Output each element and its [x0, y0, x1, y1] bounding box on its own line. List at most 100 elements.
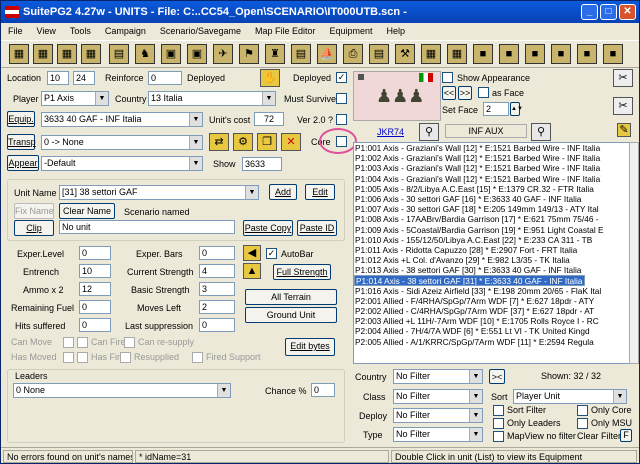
- resupplied-checkbox[interactable]: [120, 352, 131, 363]
- autobar-checkbox[interactable]: ✓: [266, 248, 277, 259]
- toolbar-map-icon[interactable]: ▦: [9, 44, 29, 64]
- transport-button[interactable]: Transp: [7, 134, 36, 150]
- paste-copy-button[interactable]: Paste Copy: [243, 220, 293, 236]
- menu-file[interactable]: File: [1, 26, 30, 36]
- toolbar-document-icon[interactable]: ▤: [291, 44, 311, 64]
- unit-list-row[interactable]: P1:006 Axis - 30 settori GAF [16] * E:36…: [354, 194, 629, 204]
- ground-unit-button[interactable]: Ground Unit: [245, 307, 337, 323]
- prev-face-button[interactable]: <<: [442, 86, 456, 100]
- clip-button[interactable]: Clip: [14, 220, 54, 236]
- appear-button[interactable]: Appear: [7, 155, 39, 171]
- toolbar-save-icon[interactable]: ▤: [369, 44, 389, 64]
- equipment-select[interactable]: 3633 40 GAF - INF Italia ▼: [41, 112, 203, 127]
- set-face-spinner[interactable]: ▲▼: [510, 102, 523, 116]
- unit-list-row[interactable]: P1:005 Axis - 8/2/Libya A.C.East [15] * …: [354, 184, 629, 194]
- fuel-input[interactable]: 0: [79, 300, 111, 314]
- set-face-input[interactable]: 2: [483, 102, 509, 116]
- has-moved-checkbox[interactable]: [63, 352, 74, 363]
- location-y-input[interactable]: 24: [73, 71, 95, 85]
- all-terrain-button[interactable]: All Terrain: [245, 289, 337, 305]
- filter-back-button[interactable]: ><: [489, 369, 505, 384]
- unit-list-row[interactable]: P1:014 Axis - 38 settori GAF [31] * E:36…: [354, 275, 586, 286]
- search-icon-2[interactable]: ⚲: [531, 123, 551, 141]
- full-strength-button[interactable]: Full Strength: [273, 264, 331, 280]
- transport-copy-icon[interactable]: ❐: [257, 133, 277, 151]
- deployed-checkbox[interactable]: ✓: [336, 72, 347, 83]
- player-select[interactable]: P1 Axis ▼: [41, 91, 109, 106]
- transport-load-icon[interactable]: ⇄: [209, 133, 229, 151]
- menu-map-file-editor[interactable]: Map File Editor: [248, 26, 323, 36]
- toolbar-icon-2[interactable]: ■: [499, 44, 519, 64]
- unit-list-row[interactable]: P2:005 Allied - A/1/KRRC/SpGp/7Arm WDF […: [354, 337, 629, 347]
- add-button[interactable]: Add: [269, 184, 297, 200]
- equip-button[interactable]: Equip.: [7, 111, 35, 127]
- toolbar-icon-6[interactable]: ■: [603, 44, 623, 64]
- location-x-input[interactable]: 10: [47, 71, 69, 85]
- minimize-button[interactable]: _: [581, 4, 598, 20]
- menu-tools[interactable]: Tools: [63, 26, 98, 36]
- toolbar-icon-4[interactable]: ■: [551, 44, 571, 64]
- menu-help[interactable]: Help: [380, 26, 413, 36]
- country-filter-select[interactable]: No Filter ▼: [393, 369, 483, 384]
- sort-filter-checkbox[interactable]: [493, 405, 504, 416]
- fired-support-checkbox[interactable]: [192, 352, 203, 363]
- show-input[interactable]: 3633: [242, 157, 282, 171]
- unit-list-row[interactable]: P2:003 Allied +L 11H/-7Arm WDF [10] * E:…: [354, 316, 629, 326]
- toolbar-grid-icon[interactable]: ▦: [81, 44, 101, 64]
- exper-level-input[interactable]: 0: [79, 246, 111, 260]
- clear-filter-label[interactable]: Clear Filter: [577, 431, 621, 441]
- unit-list-row[interactable]: P2:002 Allied - C/4RHA/SpGp/7Arm WDF [37…: [354, 306, 629, 316]
- mapview-checkbox[interactable]: [493, 431, 504, 442]
- unit-list-row[interactable]: P1:012 Axis +L Col. d'Avanzo [29] * E:98…: [354, 255, 629, 265]
- country-select[interactable]: 13 Italia ▼: [148, 91, 276, 106]
- menu-scenario[interactable]: Scenario/Savegame: [153, 26, 248, 36]
- strength-icon[interactable]: ▲: [243, 263, 261, 279]
- transport-vehicle-icon[interactable]: ⚙: [233, 133, 253, 151]
- toolbar-terrain-icon[interactable]: ▦: [33, 44, 53, 64]
- must-survive-checkbox[interactable]: [336, 93, 347, 104]
- unit-list-row[interactable]: P1:009 Axis - 5Coastal/Bardia Garrison […: [354, 225, 629, 235]
- toolbar-flag-icon[interactable]: ⚑: [239, 44, 259, 64]
- target-icon[interactable]: ✋: [260, 69, 280, 87]
- menu-campaign[interactable]: Campaign: [98, 26, 153, 36]
- last-suppression-input[interactable]: 0: [199, 318, 235, 332]
- arrow-left-icon[interactable]: ◀: [243, 245, 261, 261]
- exper-bars-input[interactable]: 0: [199, 246, 235, 260]
- basic-strength-input[interactable]: 3: [199, 282, 235, 296]
- can-move-checkbox[interactable]: [63, 337, 74, 348]
- unit-list-row[interactable]: P1:004 Axis - Graziani's Wall [12] * E:1…: [354, 174, 629, 184]
- unit-list-row[interactable]: P1:016 Axis - Sidi Azeiz Airfield [33] *…: [354, 286, 629, 296]
- can-resupply-checkbox[interactable]: [124, 337, 135, 348]
- unit-list-row[interactable]: P1:007 Axis - 30 settori GAF [18] * E:20…: [354, 204, 629, 214]
- transport-select[interactable]: 0 -> None ▼: [41, 135, 203, 150]
- only-leaders-checkbox[interactable]: [493, 418, 504, 429]
- toolbar-icon-3[interactable]: ■: [525, 44, 545, 64]
- close-button[interactable]: ✕: [619, 4, 636, 20]
- clear-name-button[interactable]: Clear Name: [59, 203, 115, 219]
- chance-input[interactable]: 0: [311, 383, 335, 397]
- edit-button[interactable]: Edit: [305, 184, 335, 200]
- edit-bytes-button[interactable]: Edit bytes: [285, 338, 335, 356]
- unit-name-select[interactable]: [31] 38 settori GAF ▼: [59, 185, 259, 200]
- entrench-input[interactable]: 10: [79, 264, 111, 278]
- hits-input[interactable]: 0: [79, 318, 111, 332]
- toolbar-tool-icon[interactable]: ⚒: [395, 44, 415, 64]
- current-strength-input[interactable]: 4: [199, 264, 235, 278]
- class-filter-select[interactable]: No Filter ▼: [393, 389, 483, 404]
- menu-view[interactable]: View: [30, 26, 63, 36]
- deploy-filter-select[interactable]: No Filter ▼: [393, 408, 483, 423]
- toolbar-icon-5[interactable]: ■: [577, 44, 597, 64]
- reinforce-input[interactable]: 0: [148, 71, 182, 85]
- toolbar-plane-icon[interactable]: ✈: [213, 44, 233, 64]
- toolbar-vehicle-icon[interactable]: ▣: [161, 44, 181, 64]
- has-fired-checkbox[interactable]: [77, 352, 88, 363]
- unit-list-row[interactable]: P1:011 Axis - Ridotta Capuzzo [28] * E:2…: [354, 245, 629, 255]
- unit-list-row[interactable]: P1:013 Axis - 38 settori GAF [30] * E:36…: [354, 265, 629, 275]
- unit-list-scrollbar[interactable]: [629, 142, 639, 364]
- search-icon[interactable]: ⚲: [419, 123, 439, 141]
- only-msu-checkbox[interactable]: [577, 418, 588, 429]
- toolbar-table-icon[interactable]: ▦: [421, 44, 441, 64]
- moves-left-input[interactable]: 2: [199, 300, 235, 314]
- fix-name-button[interactable]: Fix Name: [14, 203, 54, 219]
- toolbar-print-icon[interactable]: ⎙: [343, 44, 363, 64]
